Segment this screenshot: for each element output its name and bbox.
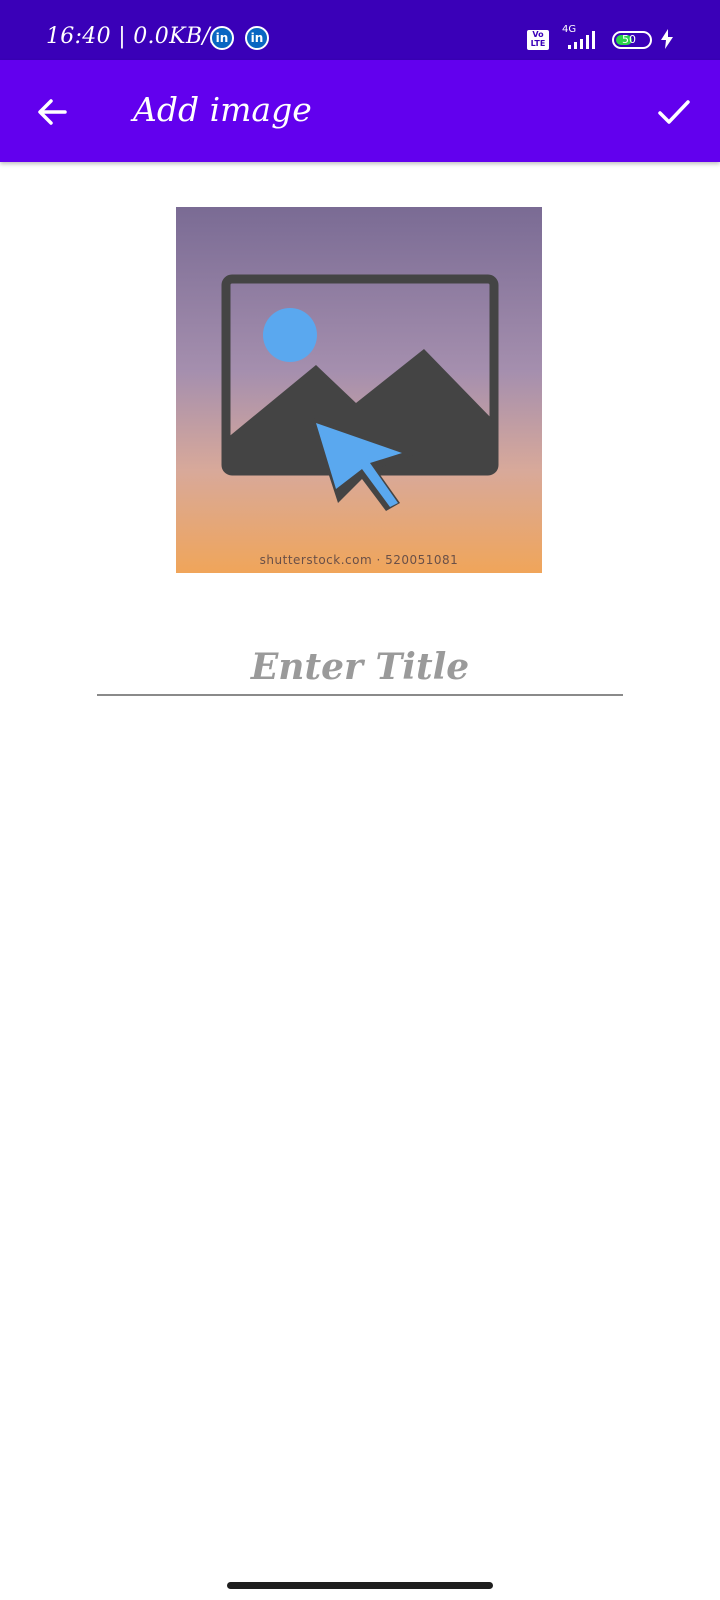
title-field <box>97 640 623 700</box>
signal-icon <box>568 31 595 49</box>
back-button[interactable] <box>30 90 74 134</box>
charging-icon <box>661 29 673 49</box>
status-bar: 16:40 | 0.0KB/s in in Vo LTE 4G 50 <box>0 0 720 60</box>
volte-icon: Vo LTE <box>527 30 549 50</box>
home-indicator[interactable] <box>227 1582 493 1589</box>
title-input[interactable] <box>97 640 623 696</box>
image-picker[interactable]: shutterstock.com · 520051081 <box>176 207 542 573</box>
add-image-icon <box>176 207 542 573</box>
app-bar: Add image <box>0 60 720 162</box>
battery-icon: 50 <box>612 31 652 49</box>
page-title: Add image <box>133 90 312 129</box>
arrow-left-icon <box>38 99 67 125</box>
linkedin-icon: in <box>210 26 234 50</box>
status-time: 16:40 | 0.0KB/s <box>46 24 222 49</box>
confirm-button[interactable] <box>652 90 696 134</box>
battery-level: 50 <box>622 33 636 46</box>
linkedin-icon: in <box>245 26 269 50</box>
image-watermark: shutterstock.com · 520051081 <box>259 553 459 567</box>
check-icon <box>658 100 690 124</box>
